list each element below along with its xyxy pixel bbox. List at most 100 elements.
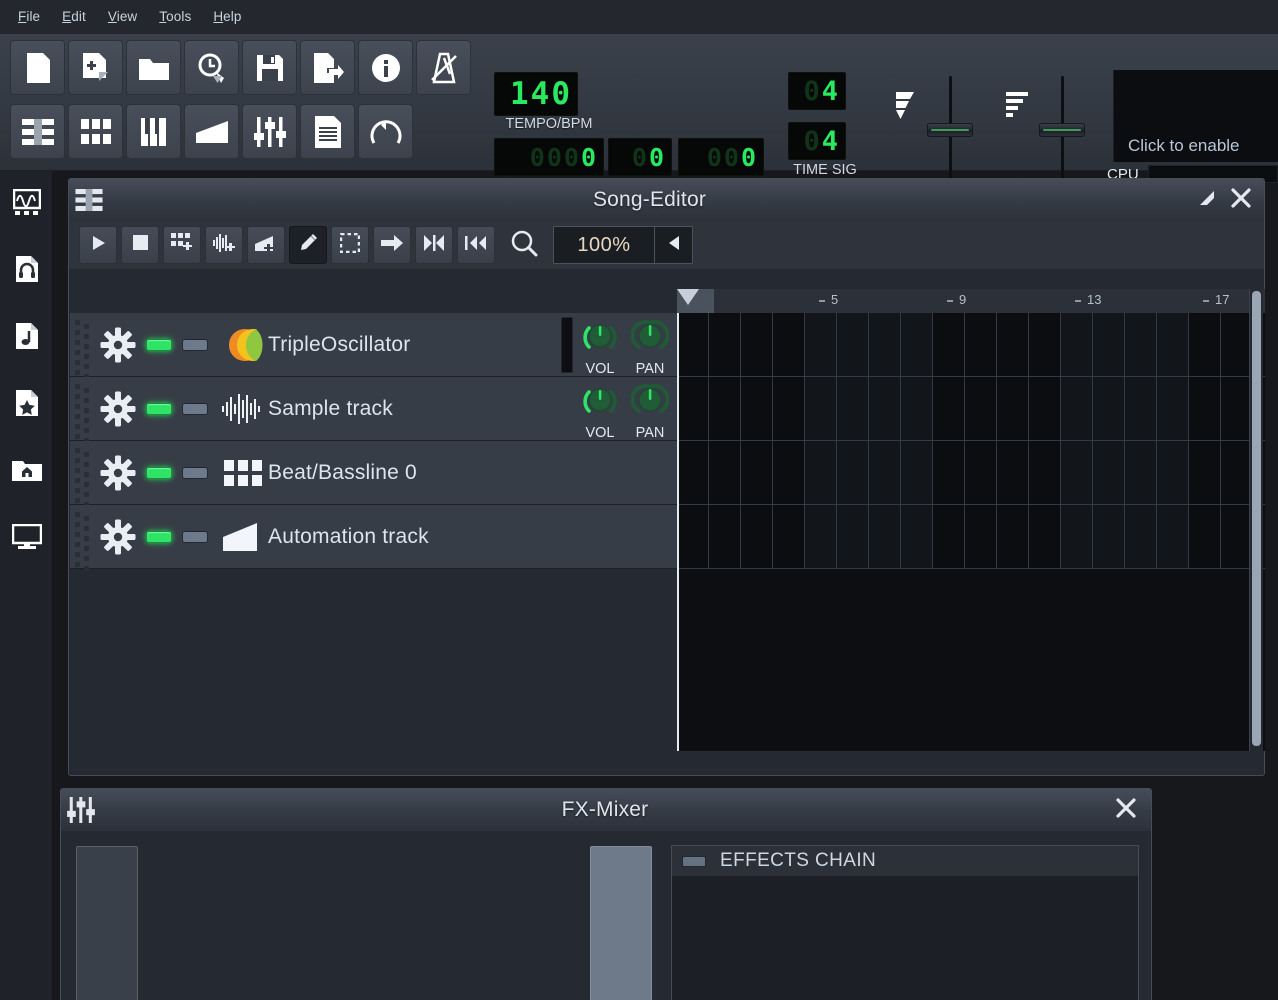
- add-beat-bassline-button[interactable]: [163, 226, 201, 264]
- track-settings-gear-icon[interactable]: [92, 455, 144, 491]
- controller-rack-button[interactable]: [358, 104, 413, 159]
- grid-column[interactable]: [773, 313, 805, 569]
- grid-column[interactable]: [837, 313, 869, 569]
- track-name-label[interactable]: Automation track: [268, 525, 429, 549]
- timesig-denominator-lcd[interactable]: 04: [788, 122, 846, 160]
- grid-column[interactable]: [1061, 313, 1093, 569]
- grid-column[interactable]: [741, 313, 773, 569]
- menu-item-tools[interactable]: Tools: [149, 4, 201, 30]
- menu-item-edit[interactable]: Edit: [52, 4, 96, 30]
- automation-editor-button[interactable]: [184, 104, 239, 159]
- visualization-widget[interactable]: Click to enable: [1113, 70, 1278, 162]
- min-lcd[interactable]: 000 0: [494, 138, 604, 176]
- project-notes-button[interactable]: [358, 40, 413, 95]
- grid-column[interactable]: [1189, 313, 1221, 569]
- fx-channel-1[interactable]: [590, 846, 652, 1000]
- track-settings-gear-icon[interactable]: [92, 391, 144, 427]
- sec-lcd[interactable]: 00: [608, 138, 672, 176]
- sidebar-item-my-presets[interactable]: [0, 305, 53, 372]
- track-mute-led[interactable]: [146, 530, 172, 543]
- recently-opened-button[interactable]: [184, 40, 239, 95]
- track-volume-strip[interactable]: [561, 317, 573, 373]
- sidebar-item-my-samples[interactable]: [0, 238, 53, 305]
- track-mute-led[interactable]: [146, 338, 172, 351]
- project-notes-panel-button[interactable]: [300, 104, 355, 159]
- grid-column[interactable]: [933, 313, 965, 569]
- playhead-marker[interactable]: [677, 289, 699, 305]
- track-drag-handle[interactable]: [70, 441, 92, 507]
- grid-column[interactable]: [1125, 313, 1157, 569]
- track-volume-knob[interactable]: [580, 317, 620, 360]
- new-from-template-button[interactable]: [68, 40, 123, 95]
- grid-column[interactable]: [805, 313, 837, 569]
- draw-mode-button[interactable]: [289, 226, 327, 264]
- zoom-magnifier-button[interactable]: [505, 226, 543, 264]
- export-project-button[interactable]: [300, 40, 355, 95]
- grid-column[interactable]: [709, 313, 741, 569]
- grid-column[interactable]: [1029, 313, 1061, 569]
- track-drag-handle[interactable]: [70, 505, 92, 571]
- sidebar-item-root-directory[interactable]: [0, 506, 53, 573]
- timeline-ruler[interactable]: 5 9 13 17: [677, 289, 1265, 313]
- track-name-label[interactable]: TripleOscillator: [268, 333, 410, 357]
- grid-column[interactable]: [997, 313, 1029, 569]
- loop-points-button[interactable]: [373, 226, 411, 264]
- track-settings-gear-icon[interactable]: [92, 327, 144, 363]
- piano-roll-button[interactable]: [126, 104, 181, 159]
- track-volume-knob[interactable]: [580, 381, 620, 424]
- menu-item-view[interactable]: View: [98, 4, 147, 30]
- jump-to-start-button[interactable]: [457, 226, 495, 264]
- sidebar-item-my-favorites[interactable]: [0, 372, 53, 439]
- song-editor-maximize-button[interactable]: [1190, 179, 1224, 221]
- jump-to-end-button[interactable]: [415, 226, 453, 264]
- track-settings-gear-icon[interactable]: [92, 519, 144, 555]
- track-solo-button[interactable]: [182, 402, 208, 415]
- track-name-label[interactable]: Beat/Bassline 0: [268, 461, 417, 485]
- track-solo-button[interactable]: [182, 530, 208, 543]
- fx-mixer-close-button[interactable]: [1109, 789, 1143, 831]
- timesig-numerator-lcd[interactable]: 04: [788, 72, 846, 110]
- msec-lcd[interactable]: 00 0: [678, 138, 764, 176]
- track-solo-button[interactable]: [182, 338, 208, 351]
- zoom-dropdown-arrow[interactable]: [654, 227, 692, 263]
- fx-mixer-button[interactable]: [242, 104, 297, 159]
- grid-column[interactable]: [869, 313, 901, 569]
- fx-mixer-titlebar[interactable]: FX-Mixer: [61, 789, 1151, 831]
- track-drag-handle[interactable]: [70, 377, 92, 443]
- song-editor-titlebar[interactable]: Song-Editor: [69, 179, 1264, 221]
- master-pitch-slider[interactable]: [1039, 123, 1085, 137]
- new-project-button[interactable]: [10, 40, 65, 95]
- stop-button[interactable]: [121, 226, 159, 264]
- beat-bassline-editor-button[interactable]: [68, 104, 123, 159]
- track-mute-led[interactable]: [146, 402, 172, 415]
- add-sample-track-button[interactable]: [205, 226, 243, 264]
- tempo-lcd[interactable]: 140: [494, 72, 578, 116]
- track-name-label[interactable]: Sample track: [268, 397, 393, 421]
- menu-item-help[interactable]: Help: [203, 4, 251, 30]
- metronome-button[interactable]: [416, 40, 471, 95]
- song-editor-close-button[interactable]: [1224, 179, 1258, 221]
- menu-item-file[interactable]: File: [8, 4, 50, 30]
- open-project-button[interactable]: [126, 40, 181, 95]
- add-automation-track-button[interactable]: [247, 226, 285, 264]
- grid-column[interactable]: [1093, 313, 1125, 569]
- master-volume-slider[interactable]: [927, 123, 973, 137]
- grid-column[interactable]: [901, 313, 933, 569]
- sidebar-item-my-home[interactable]: [0, 439, 53, 506]
- track-row[interactable]: Automation track: [70, 505, 677, 571]
- track-mute-led[interactable]: [146, 466, 172, 479]
- effects-chain-toggle-led[interactable]: [682, 855, 706, 867]
- track-solo-button[interactable]: [182, 466, 208, 479]
- track-drag-handle[interactable]: [70, 313, 92, 379]
- song-editor-vertical-scrollbar[interactable]: [1249, 289, 1263, 751]
- grid-column[interactable]: [965, 313, 997, 569]
- select-mode-button[interactable]: [331, 226, 369, 264]
- song-editor-grid[interactable]: [677, 313, 1265, 751]
- zoom-level-combobox[interactable]: 100%: [553, 226, 693, 264]
- track-row[interactable]: Beat/Bassline 0: [70, 441, 677, 507]
- track-row[interactable]: Sample track VOL PAN: [70, 377, 677, 443]
- song-editor-button[interactable]: [10, 104, 65, 159]
- grid-column[interactable]: [1157, 313, 1189, 569]
- track-row[interactable]: TripleOscillator VOL PAN: [70, 313, 677, 379]
- scrollbar-thumb[interactable]: [1252, 291, 1261, 746]
